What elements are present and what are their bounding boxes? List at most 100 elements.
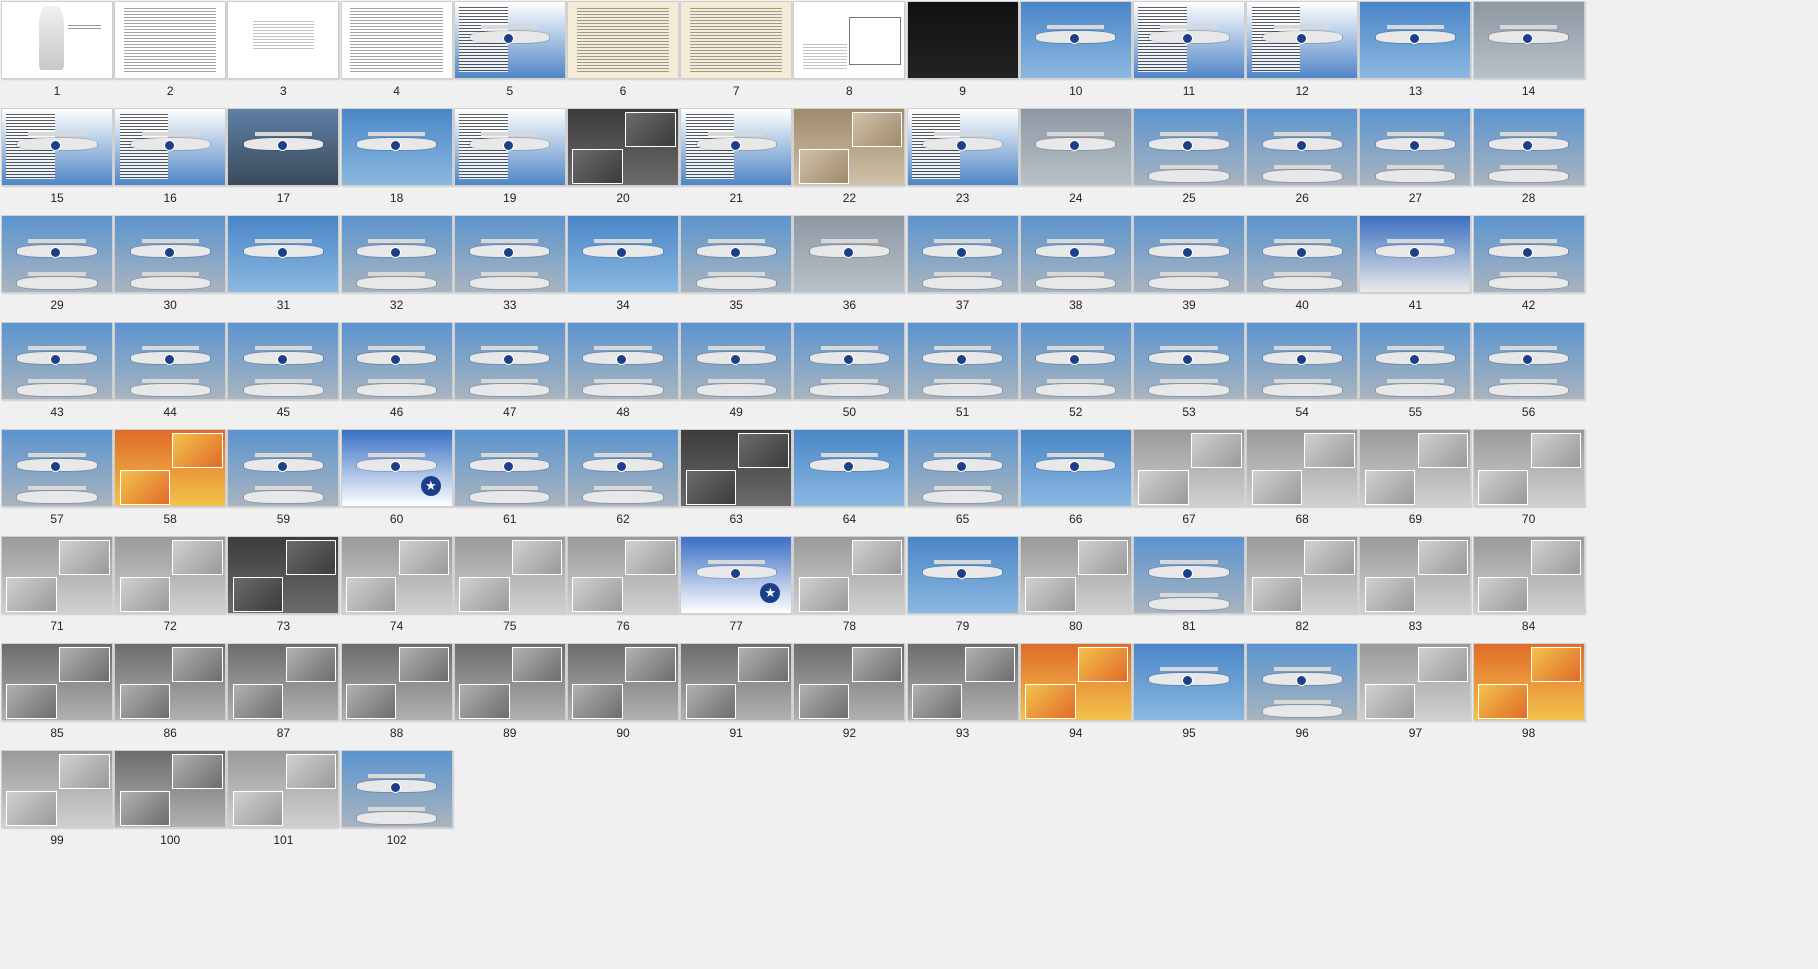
page-thumbnail-image[interactable] (567, 215, 679, 293)
page-thumbnail[interactable]: 79 (906, 536, 1019, 654)
page-thumbnail[interactable]: 29 (1, 215, 113, 333)
page-thumbnail[interactable]: ★ 60 (340, 429, 453, 547)
page-thumbnail-image[interactable] (1, 1, 113, 79)
page-thumbnail-image[interactable] (227, 322, 340, 400)
page-thumbnail[interactable]: 6 (567, 1, 679, 119)
page-thumbnail-image[interactable] (1246, 322, 1359, 400)
page-thumbnail-image[interactable] (227, 643, 340, 721)
page-thumbnail-image[interactable] (680, 429, 793, 507)
page-thumbnail[interactable]: 72 (114, 536, 227, 654)
page-thumbnail[interactable]: 37 (906, 215, 1019, 333)
page-thumbnail-image[interactable] (227, 536, 340, 614)
page-thumbnail-image[interactable] (1472, 215, 1585, 293)
page-thumbnail[interactable]: 102 (340, 750, 453, 868)
page-thumbnail[interactable]: 67 (1133, 429, 1245, 547)
page-thumbnail-image[interactable] (1133, 643, 1245, 721)
page-thumbnail-image[interactable] (680, 1, 793, 79)
page-thumbnail-image[interactable] (1, 322, 113, 400)
page-thumbnail-image[interactable] (114, 322, 227, 400)
page-thumbnail[interactable]: 94 (1019, 643, 1132, 761)
page-thumbnail[interactable]: 15 (1, 108, 113, 226)
page-thumbnail-image[interactable] (680, 643, 793, 721)
page-thumbnail-image[interactable] (1246, 1, 1359, 79)
page-thumbnail[interactable]: 96 (1246, 643, 1359, 761)
page-thumbnail[interactable]: 3 (227, 1, 340, 119)
page-thumbnail[interactable]: 59 (227, 429, 340, 547)
page-thumbnail-image[interactable] (453, 1, 566, 79)
page-thumbnail-image[interactable] (1472, 536, 1585, 614)
page-thumbnail-image[interactable]: ★ (680, 536, 793, 614)
page-thumbnail[interactable]: 92 (793, 643, 906, 761)
page-thumbnail-image[interactable] (793, 536, 906, 614)
page-thumbnail-image[interactable] (1472, 322, 1585, 400)
page-thumbnail[interactable]: 19 (453, 108, 566, 226)
page-thumbnail[interactable]: 38 (1019, 215, 1132, 333)
page-thumbnail-image[interactable] (906, 215, 1019, 293)
page-thumbnail[interactable]: 90 (567, 643, 679, 761)
page-thumbnail[interactable]: 69 (1359, 429, 1472, 547)
page-thumbnail-image[interactable] (567, 322, 679, 400)
page-thumbnail[interactable]: 14 (1472, 1, 1585, 119)
page-thumbnail[interactable]: 26 (1246, 108, 1359, 226)
page-thumbnail-image[interactable] (1133, 536, 1245, 614)
page-thumbnail-image[interactable] (340, 215, 453, 293)
page-thumbnail-image[interactable] (1246, 429, 1359, 507)
page-thumbnail-image[interactable] (340, 322, 453, 400)
page-thumbnail-image[interactable] (906, 1, 1019, 79)
page-thumbnail-image[interactable] (1019, 536, 1132, 614)
page-thumbnail[interactable]: 49 (680, 322, 793, 440)
page-thumbnail-image[interactable] (567, 108, 679, 186)
page-thumbnail-image[interactable] (793, 215, 906, 293)
page-thumbnail[interactable]: 7 (680, 1, 793, 119)
page-thumbnail[interactable]: 91 (680, 643, 793, 761)
page-thumbnail[interactable]: 83 (1359, 536, 1472, 654)
page-thumbnail-image[interactable] (793, 108, 906, 186)
page-thumbnail[interactable]: 58 (114, 429, 227, 547)
page-thumbnail-image[interactable] (567, 643, 679, 721)
page-thumbnail[interactable]: 55 (1359, 322, 1472, 440)
page-thumbnail-image[interactable] (340, 643, 453, 721)
page-thumbnail-image[interactable] (1133, 215, 1245, 293)
page-thumbnail[interactable]: 81 (1133, 536, 1245, 654)
page-thumbnail-image[interactable] (1133, 429, 1245, 507)
page-thumbnail[interactable]: 62 (567, 429, 679, 547)
page-thumbnail-image[interactable] (1019, 108, 1132, 186)
page-thumbnail-image[interactable] (340, 750, 453, 828)
page-thumbnail[interactable]: 48 (567, 322, 679, 440)
page-thumbnail[interactable]: 32 (340, 215, 453, 333)
page-thumbnail[interactable]: 9 (906, 1, 1019, 119)
page-thumbnail-image[interactable] (1, 536, 113, 614)
page-thumbnail-image[interactable] (793, 1, 906, 79)
page-thumbnail-image[interactable] (1472, 429, 1585, 507)
page-thumbnail-image[interactable] (680, 322, 793, 400)
page-thumbnail-image[interactable] (1359, 108, 1472, 186)
page-thumbnail-image[interactable] (1133, 108, 1245, 186)
page-thumbnail-image[interactable] (114, 750, 227, 828)
page-thumbnail-image[interactable] (453, 215, 566, 293)
page-thumbnail[interactable]: 39 (1133, 215, 1245, 333)
page-thumbnail[interactable]: 30 (114, 215, 227, 333)
page-thumbnail[interactable]: 43 (1, 322, 113, 440)
page-thumbnail[interactable]: 36 (793, 215, 906, 333)
page-thumbnail[interactable]: 35 (680, 215, 793, 333)
page-thumbnail[interactable]: 82 (1246, 536, 1359, 654)
page-thumbnail[interactable]: 41 (1359, 215, 1472, 333)
page-thumbnail-image[interactable] (114, 536, 227, 614)
page-thumbnail[interactable]: 11 (1133, 1, 1245, 119)
page-thumbnail-image[interactable] (453, 322, 566, 400)
page-thumbnail[interactable]: 53 (1133, 322, 1245, 440)
page-thumbnail[interactable]: 44 (114, 322, 227, 440)
page-thumbnail[interactable]: 56 (1472, 322, 1585, 440)
page-thumbnail-image[interactable] (227, 750, 340, 828)
page-thumbnail[interactable]: 75 (453, 536, 566, 654)
page-thumbnail-image[interactable] (906, 108, 1019, 186)
page-thumbnail-image[interactable] (680, 215, 793, 293)
page-thumbnail-image[interactable] (906, 536, 1019, 614)
page-thumbnail[interactable]: 21 (680, 108, 793, 226)
page-thumbnail-image[interactable] (1, 215, 113, 293)
page-thumbnail-image[interactable] (1246, 215, 1359, 293)
page-thumbnail[interactable]: 5 (453, 1, 566, 119)
page-thumbnail[interactable]: 74 (340, 536, 453, 654)
page-thumbnail[interactable]: 66 (1019, 429, 1132, 547)
page-thumbnail[interactable]: 33 (453, 215, 566, 333)
